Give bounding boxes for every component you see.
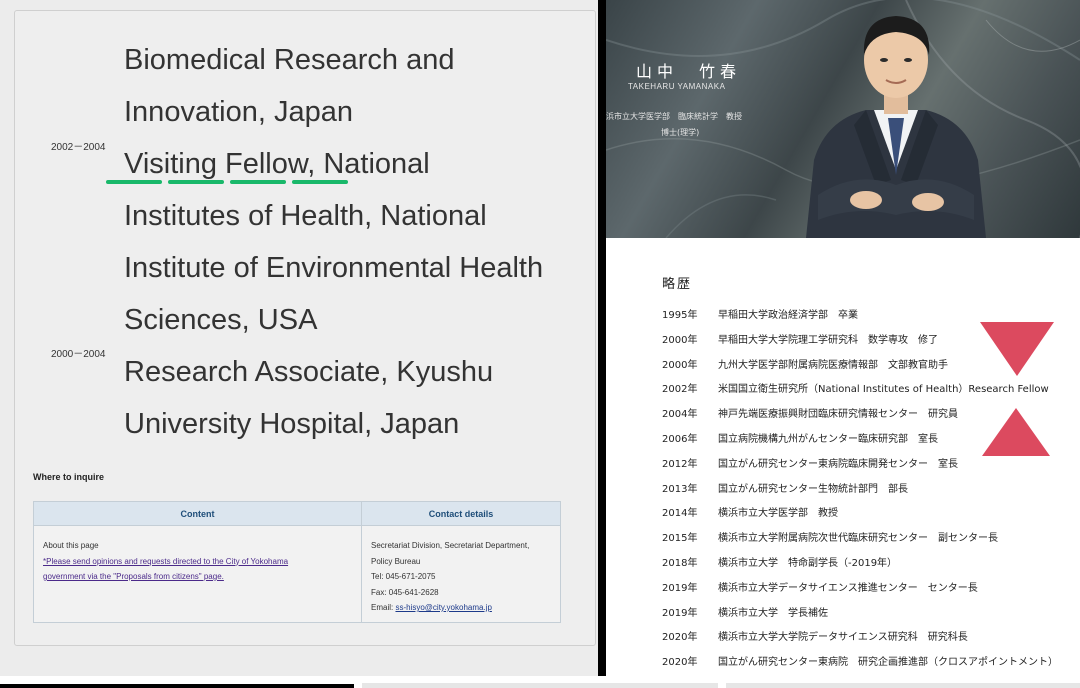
content-cell: About this page *Please send opinions an… [33, 525, 362, 623]
career-line: University Hospital, Japan [124, 408, 460, 440]
proposals-link[interactable]: *Please send opinions and requests direc… [43, 557, 288, 582]
history-row: 2018年 横浜市立大学 特命副学長（-2019年） [662, 557, 898, 569]
career-line: Research Associate, Kyushu [124, 356, 494, 388]
contact-division: Secretariat Division, Secretariat Depart… [371, 541, 530, 550]
person-name-roman: TAKEHARU YAMANAKA [628, 82, 726, 91]
history-row: 2019年 横浜市立大学データサイエンス推進センター センター長 [662, 582, 978, 594]
history-row: 2015年 横浜市立大学附属病院次世代臨床研究センター 副センター長 [662, 533, 998, 545]
inquiry-table: Content Contact details About this page … [33, 501, 561, 623]
bottom-strip [0, 676, 1080, 688]
contact-tel: Tel: 045-671-2075 [371, 572, 436, 581]
table-header-contact: Contact details [361, 501, 561, 526]
career-history-text: Biomedical Research and Innovation, Japa… [124, 34, 584, 450]
left-screenshot-panel: 2002－2004 2000－2004 Biomedical Research … [0, 0, 598, 676]
table-header-content: Content [33, 501, 362, 526]
contact-fax: Fax: 045-641-2628 [371, 587, 439, 597]
contact-bureau: Policy Bureau [371, 556, 421, 566]
contact-email-link[interactable]: ss-hisyo@city.yokohama.jp [395, 603, 491, 612]
career-line: Institute of Environmental Health [124, 252, 544, 284]
about-this-page-label: About this page [43, 541, 99, 550]
year-range-2002-2004: 2002－2004 [51, 142, 106, 153]
contact-cell: Secretariat Division, Secretariat Depart… [361, 525, 561, 623]
history-row: 2019年 横浜市立大学 学長補佐 [662, 607, 828, 619]
career-line: Biomedical Research and [124, 44, 455, 76]
history-row: 2020年 国立がん研究センター東病院 研究企画推進部（クロスアポイントメント） [662, 657, 1058, 669]
career-line: Sciences, USA [124, 304, 318, 336]
year-range-2000-2004: 2000－2004 [51, 349, 106, 360]
career-line: Institutes of Health, National [124, 200, 487, 232]
person-name-japanese: 山中 竹春 [636, 62, 742, 81]
history-heading: 略歴 [662, 277, 693, 292]
person-portrait-icon [806, 16, 986, 238]
green-dashed-underline [106, 180, 351, 184]
right-screenshot-panel: 山中 竹春 TAKEHARU YAMANAKA 浜市立大学医学部 臨床統計学 教… [606, 0, 1080, 676]
history-row: 2002年 米国国立衛生研究所（National Institutes of He… [662, 384, 1049, 396]
history-row: 2020年 横浜市立大学大学院データサイエンス研究科 研究科長 [662, 632, 968, 644]
person-affiliation: 浜市立大学医学部 臨床統計学 教授 [606, 112, 742, 121]
profile-hero-banner: 山中 竹春 TAKEHARU YAMANAKA 浜市立大学医学部 臨床統計学 教… [606, 0, 1080, 238]
history-row: 2013年 国立がん研究センター生物統計部門 部長 [662, 483, 908, 495]
contact-email-row: Email: ss-hisyo@city.yokohama.jp [371, 603, 492, 612]
person-degree: 博士(理学) [661, 128, 700, 137]
triangle-down-marker [980, 322, 1054, 376]
career-line: Innovation, Japan [124, 96, 353, 128]
where-to-inquire-heading: Where to inquire [33, 472, 105, 482]
history-row: 2014年 横浜市立大学医学部 教授 [662, 508, 838, 520]
triangle-up-marker [982, 408, 1050, 456]
